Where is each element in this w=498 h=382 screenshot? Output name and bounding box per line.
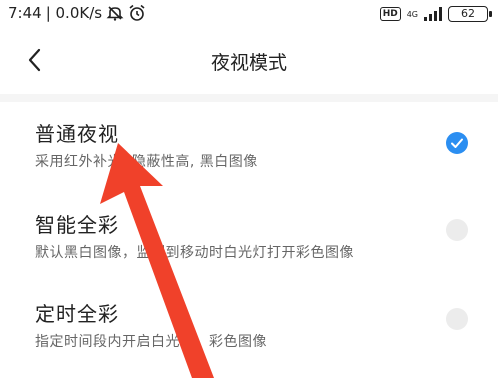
option-desc: 默认黑白图像，监测到移动时白光灯打开彩色图像 [35,245,354,261]
option-desc: 采用红外补光, 隐蔽性高, 黑白图像 [35,154,258,170]
status-bar: 7:44 | 0.0K/s HD 4G 62 [0,0,498,34]
status-time: 7:44 [8,4,42,22]
option-desc: 指定时间段内开启白光灯，彩色图像 [35,334,267,350]
battery-level: 62 [461,7,475,20]
option-title: 普通夜视 [35,122,119,146]
radio-unchecked[interactable] [446,219,468,241]
option-title: 定时全彩 [35,302,119,326]
alarm-clock-icon [129,4,145,21]
header: 夜视模式 [0,36,498,84]
network-type: 4G [406,9,418,19]
page-title: 夜视模式 [210,52,287,74]
divider [0,94,498,102]
hd-badge: HD [379,7,401,21]
option-scheduled-full-color[interactable]: 定时全彩 指定时间段内开启白光灯，彩色图像 [0,298,498,382]
status-net-speed: | 0.0K/s [45,4,103,22]
option-title: 智能全彩 [35,213,119,237]
mute-icon [106,6,124,21]
signal-icon [424,7,442,21]
option-normal-night-vision[interactable]: 普通夜视 采用红外补光, 隐蔽性高, 黑白图像 [0,118,498,202]
status-left: 7:44 | 0.0K/s [8,4,146,22]
status-right: HD 4G 62 [379,6,492,22]
option-smart-full-color[interactable]: 智能全彩 默认黑白图像，监测到移动时白光灯打开彩色图像 [0,209,498,293]
battery-icon: 62 [448,6,492,22]
radio-unchecked[interactable] [446,308,468,330]
check-icon[interactable] [446,132,468,154]
